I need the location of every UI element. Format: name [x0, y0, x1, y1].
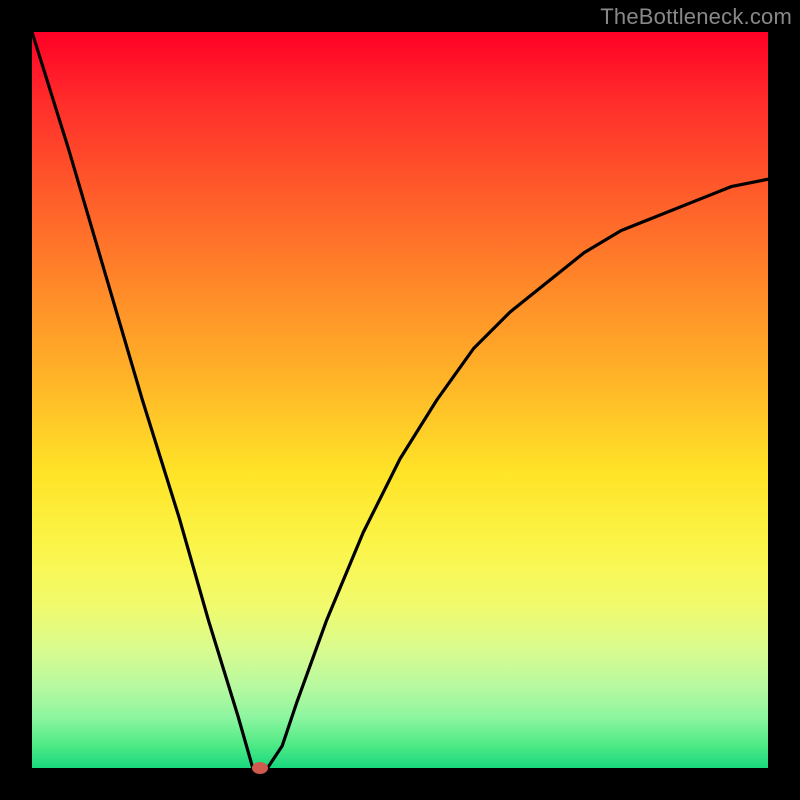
chart-frame: TheBottleneck.com: [0, 0, 800, 800]
optimum-marker: [252, 762, 268, 774]
bottleneck-curve: [32, 32, 768, 768]
watermark-text: TheBottleneck.com: [600, 4, 792, 30]
plot-area: [32, 32, 768, 768]
